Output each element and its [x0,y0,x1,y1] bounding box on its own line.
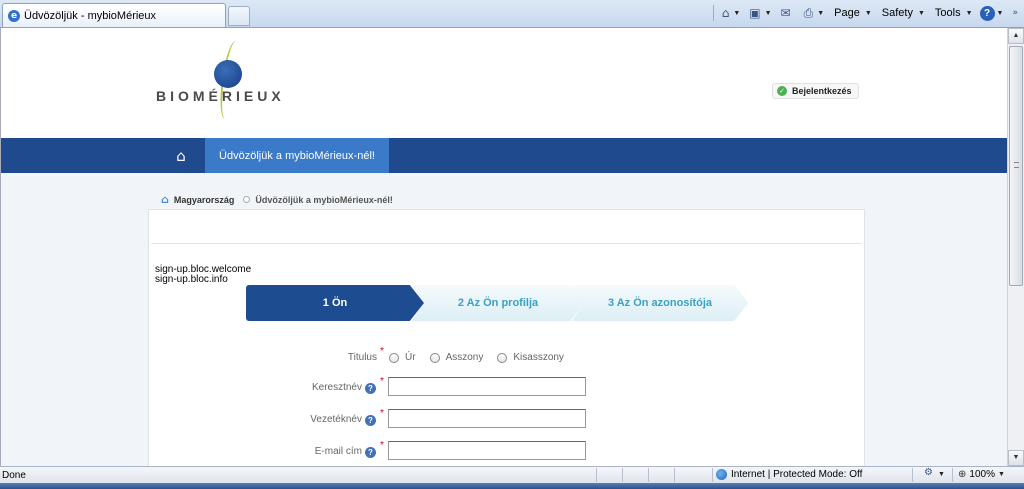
main-nav: ⌂ Üdvözöljük a mybioMérieux-nél! [1,138,1007,173]
breadcrumb: ⌂ Magyarország Üdvözöljük a mybioMérieux… [161,193,393,206]
login-label: Bejelentkezés [792,86,852,96]
title-radio-group: Úr Asszony Kisasszony [389,352,578,363]
last-name-field[interactable] [388,409,586,428]
biomerieux-logo[interactable]: BIOMÉRIEUX [156,38,306,128]
radio-kisasszony-label[interactable]: Kisasszony [513,352,564,363]
zoom-control[interactable]: ⊕ 100% ▼ [958,469,1010,480]
status-divider [712,468,713,482]
breadcrumb-separator-icon [243,196,251,203]
browser-tab[interactable]: e Üdvözöljük - mybioMérieux [2,3,226,27]
protected-mode-icon[interactable]: ⚙ [922,467,935,478]
status-text: Done [2,470,26,481]
site-header: BIOMÉRIEUX ✓ Bejelentkezés [1,28,1007,138]
radio-ur-label[interactable]: Úr [405,352,416,363]
email-label: E-mail cím [314,446,362,457]
new-tab-button[interactable] [228,6,250,26]
security-zone[interactable]: Internet | Protected Mode: Off [716,469,862,480]
signup-steps: 3 Az Ön azonosítója 2 Az Ön profilja 1 Ö… [246,285,756,321]
nav-item-welcome[interactable]: Üdvözöljük a mybioMérieux-nél! [205,138,389,173]
first-name-required-mark: * [380,376,384,387]
zone-text: Internet | Protected Mode: Off [731,469,863,480]
breadcrumb-current: Üdvözöljük a mybioMérieux-nél! [255,194,393,205]
feeds-icon[interactable]: ▣ [747,6,762,20]
print-dropdown-icon[interactable]: ▼ [817,10,824,17]
tools-menu-arrow-icon[interactable]: ▼ [966,10,973,17]
status-divider [596,468,597,482]
status-divider [622,468,623,482]
step-2: 2 Az Ön profilja [412,285,584,321]
first-name-label: Keresztnév [311,382,362,393]
page-menu-arrow-icon[interactable]: ▼ [865,10,872,17]
zoom-text: 100% [969,469,995,480]
chevron-more-icon[interactable]: » [1010,8,1020,18]
status-divider [912,468,913,482]
breadcrumb-home[interactable]: Magyarország [174,195,235,205]
step-1-active: 1 Ön [246,285,424,321]
globe-icon [716,469,727,480]
title-label: Titulus [347,352,377,363]
status-divider [674,468,675,482]
radio-asszony-label[interactable]: Asszony [446,352,484,363]
logo-globe-icon [214,60,242,88]
title-required-mark: * [380,346,384,357]
home-dropdown-icon[interactable]: ▼ [733,10,740,17]
scroll-down-icon[interactable]: ▼ [1008,450,1024,466]
info-key-text: sign-up.bloc.info [155,274,228,285]
help-dropdown-icon[interactable]: ▼ [997,10,1004,17]
breadcrumb-home-icon[interactable]: ⌂ [161,193,169,206]
radio-asszony[interactable] [429,352,440,363]
page-viewport: BIOMÉRIEUX ✓ Bejelentkezés ⌂ Üdvözöljük … [0,28,1007,466]
scroll-up-icon[interactable]: ▲ [1008,28,1024,44]
mail-icon[interactable]: ✉ [779,6,793,20]
email-required-mark: * [380,440,384,451]
step-3: 3 Az Ön azonosítója [572,285,748,321]
last-name-help-icon[interactable]: ? [365,415,376,426]
help-icon[interactable]: ? [979,5,995,21]
zoom-icon: ⊕ [958,469,967,480]
zoom-dropdown-icon[interactable]: ▼ [998,471,1005,478]
last-name-label: Vezetéknév [310,414,362,425]
tools-menu[interactable]: Tools [932,7,964,19]
logo-text: BIOMÉRIEUX [156,88,285,104]
safety-menu-arrow-icon[interactable]: ▼ [918,10,925,17]
vertical-scrollbar[interactable]: ▲ ▼ [1007,28,1024,466]
scroll-thumb[interactable] [1009,46,1023,286]
feeds-dropdown-icon[interactable]: ▼ [765,10,772,17]
safety-menu[interactable]: Safety [879,7,916,19]
radio-ur[interactable] [389,352,399,363]
login-button[interactable]: ✓ Bejelentkezés [772,83,859,99]
page-menu[interactable]: Page [831,7,863,19]
print-icon[interactable]: ⎙ [802,6,816,21]
separator [712,5,714,21]
email-field[interactable] [388,441,586,460]
command-bar: ⌂ ▼ ▣ ▼ ✉ ⎙ ▼ Page ▼ Safety ▼ Tools ▼ ? … [709,3,1020,23]
home-icon[interactable]: ⌂ [171,147,191,165]
check-icon: ✓ [777,86,787,96]
scroll-grip-icon [1014,162,1019,168]
windows-taskbar [0,483,1024,489]
protected-mode-dropdown-icon[interactable]: ▼ [938,471,945,478]
first-name-field[interactable] [388,377,586,396]
email-help-icon[interactable]: ? [365,447,376,458]
ie-page-icon: e [8,9,20,22]
first-name-help-icon[interactable]: ? [365,383,376,394]
tab-title: Üdvözöljük - mybioMérieux [24,9,157,22]
last-name-required-mark: * [380,408,384,419]
status-divider [952,468,953,482]
home-icon[interactable]: ⌂ [720,6,732,20]
status-bar: Done Internet | Protected Mode: Off ⚙ ▼ … [0,466,1024,483]
radio-kisasszony[interactable] [497,352,508,363]
browser-toolbar: e Üdvözöljük - mybioMérieux ⌂ ▼ ▣ ▼ ✉ ⎙ … [0,0,1024,28]
status-divider [648,468,649,482]
